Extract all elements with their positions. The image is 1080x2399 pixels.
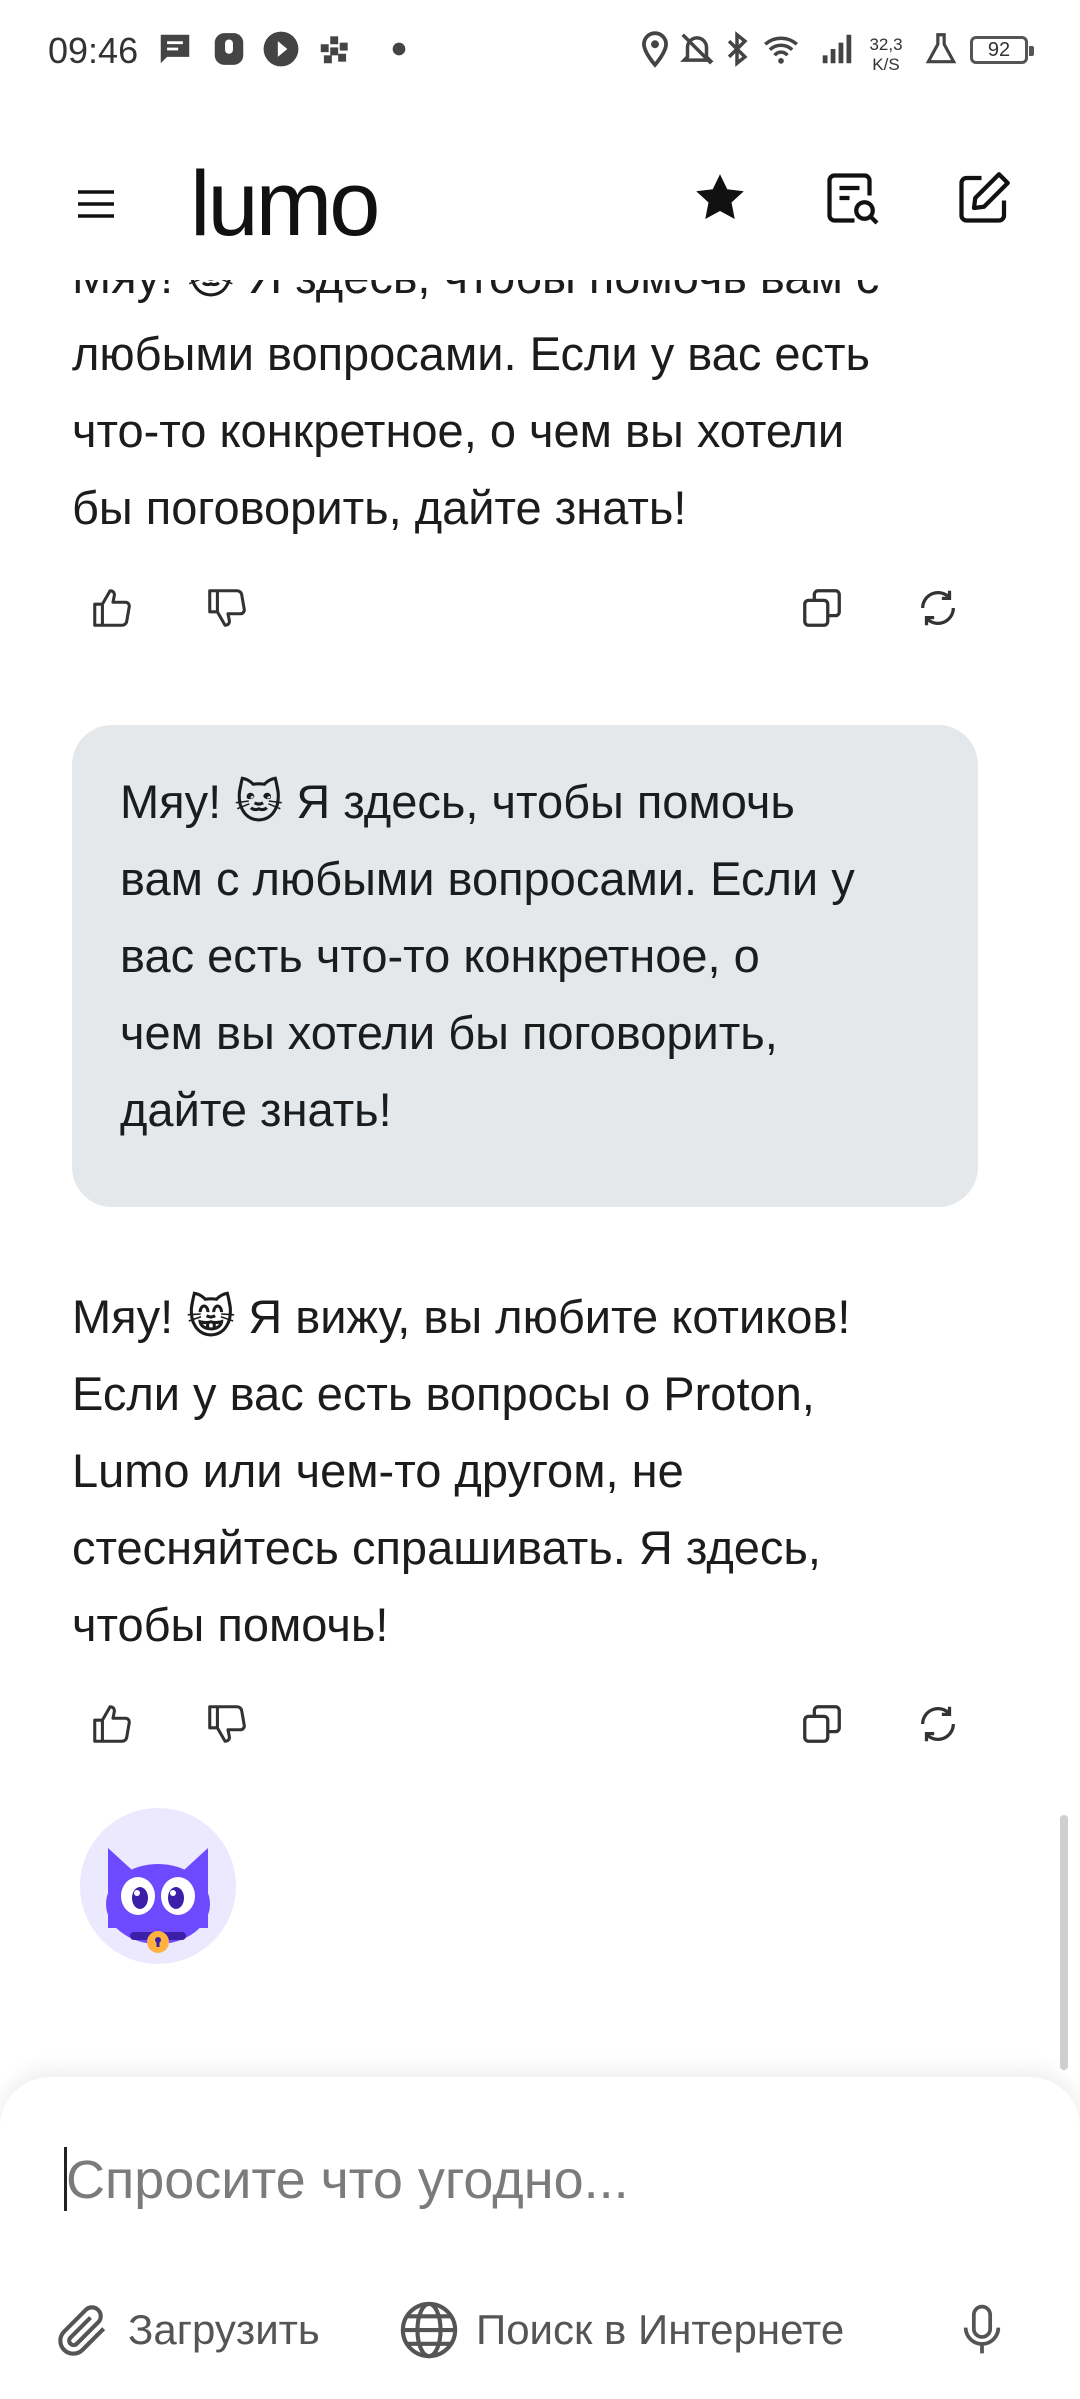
cat-mascot-icon [106, 1848, 210, 1953]
web-search-label: Поиск в Интернете [476, 2306, 845, 2353]
message-line: вас есть что-то конкретное, о [120, 929, 760, 982]
copy-icon [803, 1705, 841, 1743]
regenerate-button[interactable] [908, 1694, 968, 1754]
app-header: lumo [0, 120, 1080, 280]
thumbs-up-icon [93, 589, 131, 627]
paperclip-icon [58, 2305, 106, 2356]
thumbs-down-button[interactable] [197, 1694, 257, 1754]
thumbs-down-icon [208, 1705, 246, 1743]
web-search-button[interactable]: Поиск в Интернете [396, 2290, 844, 2370]
message-line: чем вы хотели бы поговорить, [120, 1006, 778, 1059]
upload-label: Загрузить [128, 2306, 320, 2353]
star-icon [696, 174, 744, 219]
chat-area[interactable]: Мяу! 🐱 Я здесь, чтобы помочь вам с любым… [0, 0, 1080, 2080]
message-line: дайте знать! [120, 1083, 392, 1136]
thumbs-up-button[interactable] [82, 1694, 142, 1754]
message-line: чтобы помочь! [72, 1598, 389, 1651]
favorites-button[interactable] [684, 162, 756, 234]
upload-button[interactable]: Загрузить [52, 2290, 320, 2370]
user-message-bubble: Мяу! 🐱 Я здесь, чтобы помочь вам с любым… [72, 725, 978, 1207]
message-line: что-то конкретное, о чем вы хотели [72, 404, 845, 457]
voice-input-button[interactable] [954, 2290, 1024, 2370]
thumbs-down-icon [208, 589, 246, 627]
new-chat-icon [959, 172, 1010, 223]
thumbs-up-button[interactable] [82, 578, 142, 638]
message-line: любыми вопросами. Если у вас есть [72, 327, 871, 380]
lumo-logo: lumo [190, 153, 380, 255]
assistant-message-1: Мяу! 🐱 Я здесь, чтобы помочь вам с любым… [72, 238, 972, 546]
message-line: Мяу! 😸 Я вижу, вы любите котиков! [72, 1290, 851, 1343]
microphone-icon [963, 2304, 1001, 2354]
thumbs-down-button[interactable] [197, 578, 257, 638]
message-line: бы поговорить, дайте знать! [72, 481, 687, 534]
thumbs-up-icon [93, 1705, 131, 1743]
regenerate-button[interactable] [908, 578, 968, 638]
message-line: Lumo или чем-то другом, не [72, 1444, 684, 1497]
message-line: Если у вас есть вопросы о Proton, [72, 1367, 815, 1420]
message-line: вам с любыми вопросами. Если у [120, 852, 855, 905]
lumo-mascot-avatar [80, 1808, 236, 1964]
message-actions-1 [72, 578, 1012, 658]
message-line: Мяу! 🐱 Я здесь, чтобы помочь [120, 775, 795, 828]
text-cursor [64, 2147, 67, 2211]
globe-icon [400, 2301, 458, 2359]
prompt-input[interactable] [66, 2140, 966, 2220]
chat-scrollbar[interactable] [1060, 1815, 1068, 2070]
copy-icon [803, 589, 841, 627]
menu-button[interactable] [60, 168, 132, 240]
new-chat-button[interactable] [948, 162, 1020, 234]
regenerate-icon [921, 1706, 955, 1742]
copy-button[interactable] [792, 578, 852, 638]
copy-button[interactable] [792, 1694, 852, 1754]
message-line: стесняйтесь спрашивать. Я здесь, [72, 1521, 821, 1574]
regenerate-icon [921, 590, 955, 626]
message-actions-2 [72, 1694, 1012, 1774]
menu-icon [78, 190, 114, 218]
search-chat-icon [827, 173, 879, 225]
search-chats-button[interactable] [816, 162, 888, 234]
assistant-message-2: Мяу! 😸 Я вижу, вы любите котиков! Если у… [72, 1278, 972, 1663]
